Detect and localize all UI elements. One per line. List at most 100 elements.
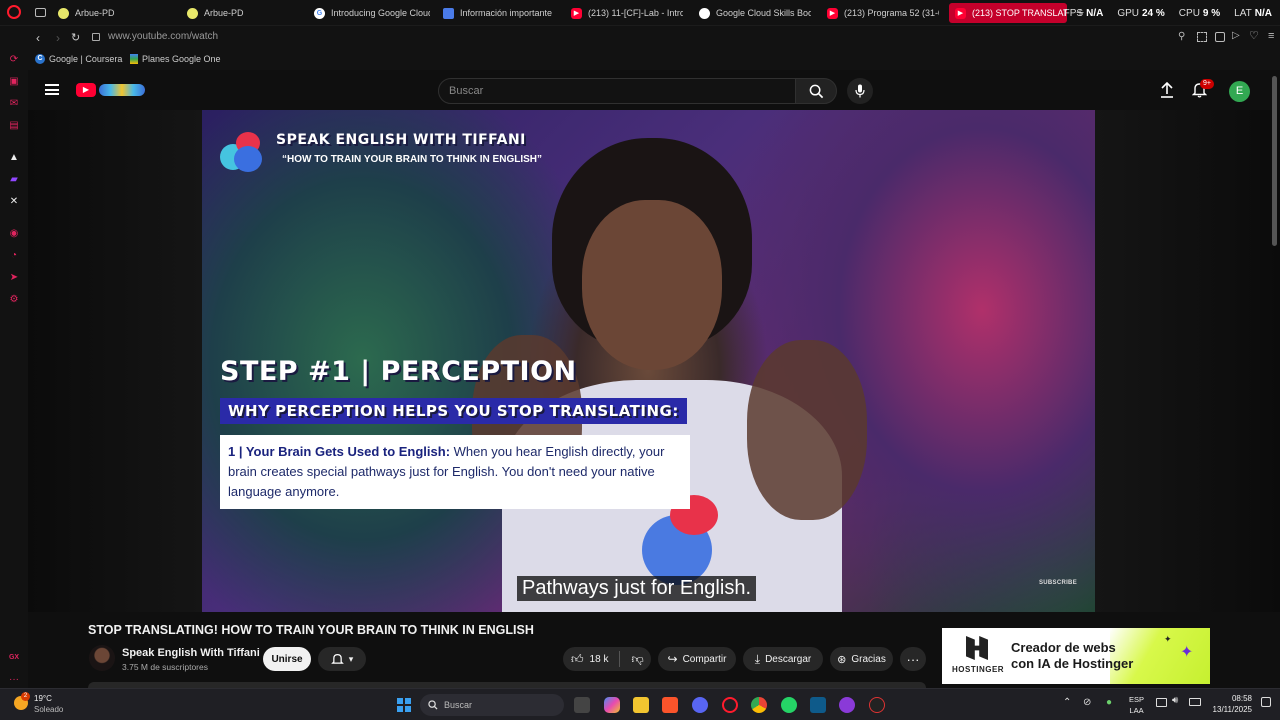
arbue-icon xyxy=(58,7,69,19)
hamburger-menu-icon[interactable] xyxy=(45,84,59,95)
share-label: Compartir xyxy=(682,653,727,665)
join-button[interactable]: Unirse xyxy=(263,647,311,671)
download-button[interactable]: ⤓ Descargar xyxy=(743,647,823,671)
tab-skills-boost[interactable]: Google Cloud Skills Boost xyxy=(699,3,811,23)
heart-icon[interactable]: ♡ xyxy=(1249,29,1259,42)
menu-icon[interactable]: ≡ xyxy=(1268,30,1274,42)
lock-icon xyxy=(92,33,100,41)
tab-youtube-stop-translating[interactable]: ▶ (213) STOP TRANSLATIN xyxy=(949,3,1067,23)
search-icon xyxy=(428,700,438,710)
more-actions-button[interactable]: ··· xyxy=(900,647,926,671)
discord-icon[interactable] xyxy=(692,697,708,713)
voice-search-button[interactable] xyxy=(847,78,873,104)
tab-docs[interactable]: Información importante | xyxy=(443,3,553,23)
mail-icon[interactable]: ✉ xyxy=(7,96,21,110)
search-button[interactable] xyxy=(795,78,837,104)
notifications-button[interactable]: 9+ xyxy=(1192,79,1214,98)
taskbar-search[interactable]: Buscar xyxy=(420,694,564,716)
overlay-why-banner: WHY PERCEPTION HELPS YOU STOP TRANSLATIN… xyxy=(220,398,687,424)
clock[interactable]: 08:58 13/11/2025 xyxy=(1208,693,1252,715)
youtube-logo[interactable]: ▶ xyxy=(76,83,145,97)
lang-line-1: ESP xyxy=(1129,695,1145,704)
tab-arbue-2[interactable]: Arbue-PD xyxy=(187,3,307,23)
reload-icon[interactable]: ↻ xyxy=(71,31,80,44)
url-field[interactable]: www.youtube.com/watch xyxy=(108,31,218,42)
chrome-icon[interactable] xyxy=(751,697,767,713)
chevron-up-icon[interactable]: ⌃ xyxy=(1063,697,1071,708)
settings-gear-icon[interactable]: ⚙ xyxy=(7,292,21,306)
ad-headline-line-2: con IA de Hostinger xyxy=(1011,656,1134,671)
send-to-icon[interactable]: ▷ xyxy=(1232,30,1240,41)
divider xyxy=(619,651,621,667)
media-app-icon[interactable] xyxy=(869,697,885,713)
share-arrow-icon: ↪ xyxy=(667,652,678,666)
page-scrollbar[interactable] xyxy=(1272,76,1277,246)
network-icon[interactable]: ⊘ xyxy=(1083,697,1091,708)
dislike-button-icon[interactable]: 👎︎ xyxy=(631,652,643,667)
overlay-point-box: 1 | Your Brain Gets Used to English: Whe… xyxy=(220,435,690,509)
lang-indicator[interactable]: ESP LAA xyxy=(1129,694,1144,716)
share-button[interactable]: ↪ Compartir xyxy=(658,647,736,671)
bookmark-google-one[interactable]: Planes Google One xyxy=(130,54,221,64)
gx-icon[interactable]: GX xyxy=(7,650,21,664)
clock-date: 13/11/2025 xyxy=(1212,705,1252,714)
bookmark-coursera[interactable]: C Google | Coursera xyxy=(35,54,122,64)
forward-icon[interactable]: › xyxy=(56,31,60,45)
bag-icon[interactable]: ▣ xyxy=(7,74,21,88)
thanks-label: Gracias xyxy=(851,653,886,665)
upload-icon xyxy=(1161,82,1173,98)
bookmark-label: Google | Coursera xyxy=(49,54,123,64)
ai-icon[interactable]: ▲ xyxy=(7,150,21,164)
windows-start-icon[interactable] xyxy=(397,698,411,712)
channel-avatar[interactable] xyxy=(89,645,115,671)
sparkle-icon: ✦ xyxy=(1180,644,1194,661)
speaker-face-shape xyxy=(582,200,722,370)
send-icon[interactable]: ➤ xyxy=(7,270,21,284)
opera-logo-icon[interactable] xyxy=(7,5,21,19)
battery-icon[interactable] xyxy=(1189,698,1201,706)
tab-arbue-1[interactable]: Arbue-PD xyxy=(58,3,178,23)
microphone-tray-icon[interactable]: ● xyxy=(1106,697,1112,708)
x-twitter-icon[interactable]: ✕ xyxy=(7,194,21,208)
notification-center-icon[interactable] xyxy=(1261,697,1271,707)
tab-title: Arbue-PD xyxy=(75,8,115,18)
tab-youtube-programa[interactable]: ▶ (213) Programa 52 (31-08 xyxy=(827,3,939,23)
window-switcher-icon[interactable] xyxy=(35,8,46,17)
ad-headline-line-1: Creador de webs xyxy=(1011,640,1116,655)
subscribed-notifications-button[interactable]: ▾ xyxy=(318,647,366,671)
youtube-icon: ▶ xyxy=(955,7,966,19)
whatsapp-icon[interactable] xyxy=(781,697,797,713)
vpn-icon[interactable] xyxy=(1215,32,1225,42)
avatar[interactable]: E xyxy=(1229,81,1250,102)
copilot-icon[interactable] xyxy=(604,697,620,713)
more-dots-icon[interactable]: ··· xyxy=(7,672,21,686)
volume-icon[interactable]: 🔊︎ xyxy=(1172,695,1178,706)
file-explorer-icon[interactable] xyxy=(633,697,649,713)
like-button[interactable]: 👍︎ 18 k xyxy=(571,652,608,667)
ad-card[interactable]: HOSTINGER Creador de webs con IA de Host… xyxy=(942,628,1210,684)
twitch-icon[interactable]: ▰ xyxy=(7,172,21,186)
video-player[interactable]: SPEAK ENGLISH WITH TIFFANI “HOW TO TRAIN… xyxy=(202,110,1095,612)
upload-button[interactable] xyxy=(1160,82,1174,98)
display-icon[interactable] xyxy=(1156,698,1167,707)
news-icon[interactable]: ▤ xyxy=(7,118,21,132)
terminal-app-icon[interactable] xyxy=(810,697,826,713)
snapshot-icon[interactable] xyxy=(1197,32,1207,42)
opera-gx-taskbar-icon[interactable] xyxy=(722,697,738,713)
weather-widget[interactable]: 2 19°C Soleado xyxy=(12,692,72,717)
thanks-button[interactable]: ⊛ Gracias xyxy=(830,647,893,671)
brave-icon[interactable] xyxy=(662,697,678,713)
player-icon[interactable]: ◉ xyxy=(7,226,21,240)
back-icon[interactable]: ‹ xyxy=(36,31,40,45)
messenger-app-icon[interactable] xyxy=(839,697,855,713)
search-input[interactable]: Buscar xyxy=(438,78,796,104)
history-icon[interactable]: ⟳ xyxy=(7,52,21,66)
clock-icon[interactable]: ◔ xyxy=(7,248,21,262)
task-view-icon[interactable] xyxy=(574,697,590,713)
tab-google-cloud[interactable]: G Introducing Google Cloud xyxy=(314,3,430,23)
channel-name[interactable]: Speak English With Tiffani xyxy=(122,647,260,659)
subscribe-watermark[interactable]: SUBSCRIBE xyxy=(1039,580,1077,586)
tab-title: Google Cloud Skills Boost xyxy=(716,8,811,18)
pin-icon[interactable]: ⚲ xyxy=(1178,31,1185,42)
tab-youtube-lab[interactable]: ▶ (213) 11-[CF]-Lab - Introd xyxy=(571,3,683,23)
